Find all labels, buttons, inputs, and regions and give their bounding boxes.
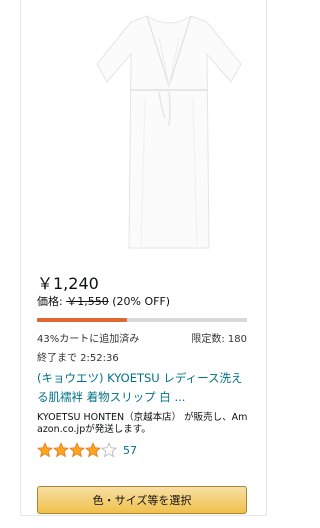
product-title-link[interactable]: (キョウエツ) KYOETSU レディース洗える肌襦袢 着物スリップ 白 ... [37, 369, 247, 407]
list-price: ￥1,550 [66, 295, 109, 308]
claimed-text: 43%カートに追加済み [37, 334, 140, 345]
claimed-progress-bar [37, 318, 247, 322]
countdown-timer: 終了まで 2:52:36 [37, 353, 119, 364]
review-count-link[interactable]: 57 [123, 444, 137, 457]
star-full-icon [85, 442, 101, 458]
claimed-progress-fill [37, 318, 128, 322]
discount-badge: (20% OFF) [112, 295, 171, 308]
deal-price: ￥1,240 [37, 274, 99, 293]
deal-card: ￥1,240 価格: ￥1,550 (20% OFF) 43%カートに追加済み … [20, 0, 267, 516]
star-full-icon [37, 442, 53, 458]
star-rating[interactable] [37, 442, 117, 458]
list-price-label: 価格: [37, 295, 63, 308]
star-full-icon [69, 442, 85, 458]
select-options-button[interactable]: 色・サイズ等を選択 [37, 486, 247, 514]
seller-info: KYOETSU HONTEN（京越本店） が販売し、Amazon.co.jpが発… [37, 412, 248, 435]
list-price-row: 価格: ￥1,550 (20% OFF) [37, 293, 170, 309]
product-image[interactable] [89, 8, 249, 256]
limit-text: 限定数: 180 [191, 334, 247, 345]
star-empty-icon [101, 442, 117, 458]
rating-row[interactable]: 57 [37, 442, 137, 458]
star-full-icon [53, 442, 69, 458]
